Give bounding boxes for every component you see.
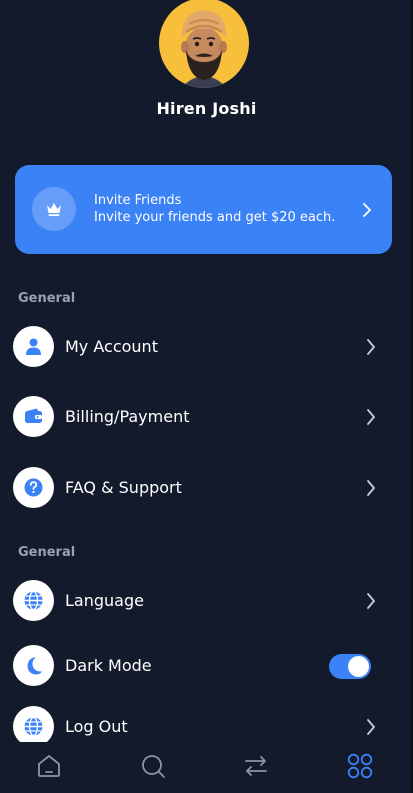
home-icon[interactable] [35,752,63,780]
menu-label: FAQ & Support [65,478,182,497]
avatar[interactable] [159,0,249,88]
menu-item-dark-mode: Dark Mode [0,640,411,692]
transfer-icon[interactable] [242,752,270,780]
invite-friends-card[interactable]: Invite Friends Invite your friends and g… [15,165,392,254]
crown-icon [32,187,76,231]
avatar-illustration [181,10,227,88]
globe-icon [13,706,54,747]
chevron-right-icon [366,339,376,359]
invite-subtitle: Invite your friends and get $20 each. [94,210,336,225]
chevron-right-icon [366,480,376,500]
menu-label: My Account [65,337,158,356]
wallet-icon [13,396,54,437]
menu-item-billing[interactable]: Billing/Payment [0,391,411,443]
menu-item-language[interactable]: Language [0,575,411,627]
dark-mode-toggle[interactable] [329,654,371,679]
section-label-general-2: General [18,545,76,560]
menu-label: Dark Mode [65,656,152,675]
menu-item-faq-support[interactable]: FAQ & Support [0,462,411,514]
chevron-right-icon [366,409,376,429]
user-icon [13,326,54,367]
chevron-right-icon [366,593,376,613]
globe-icon [13,580,54,621]
menu-label: Language [65,591,144,610]
toggle-knob [348,656,369,677]
user-name: Hiren Joshi [156,99,257,118]
bottom-nav [0,742,411,793]
menu-label: Log Out [65,717,128,736]
menu-item-my-account[interactable]: My Account [0,321,411,373]
section-label-general: General [18,291,76,306]
apps-grid-icon[interactable] [346,752,374,780]
search-icon[interactable] [139,752,167,780]
chevron-right-icon [366,719,376,739]
chevron-right-icon [362,202,372,221]
moon-icon [13,645,54,686]
invite-title: Invite Friends [94,193,182,208]
menu-label: Billing/Payment [65,407,190,426]
question-icon [13,467,54,508]
